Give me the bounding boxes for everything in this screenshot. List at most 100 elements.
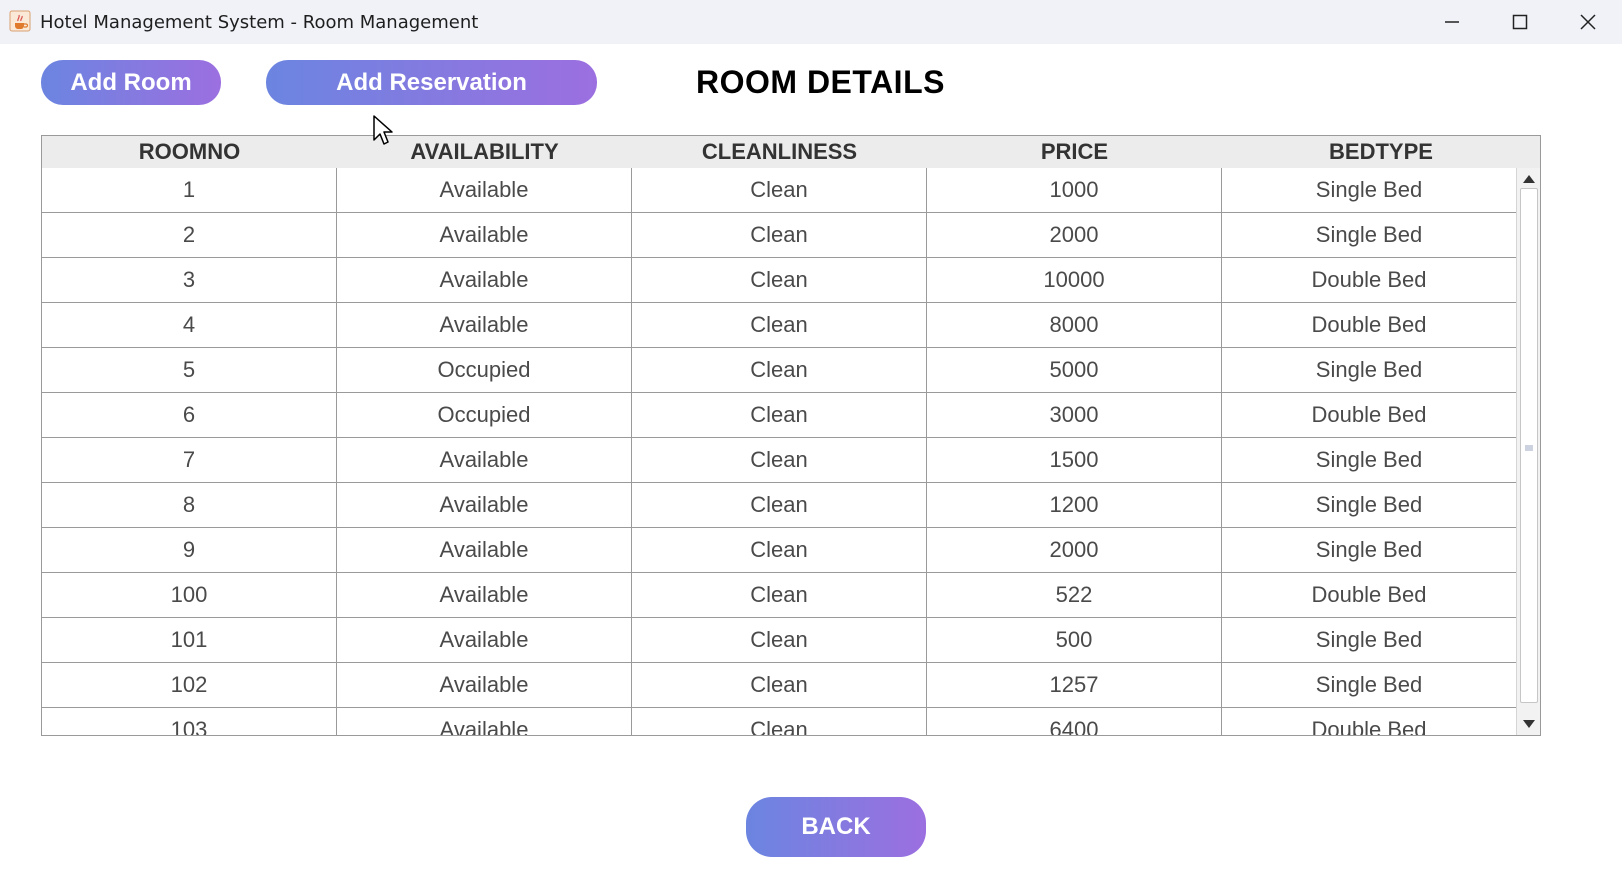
table-cell-bedtype: Double Bed [1311,402,1427,427]
table-cell-bedtype: Single Bed [1315,222,1423,247]
table-cell-cleanliness: Clean [632,483,927,527]
table-cell-price: 6400 [927,708,1222,735]
add-room-button[interactable]: Add Room [41,60,221,105]
table-cell-bedtype: Double Bed [1311,717,1427,735]
table-cell-price: 1257 [927,663,1222,707]
grip-icon [1525,445,1533,451]
column-header-roomno[interactable]: ROOMNO [42,136,337,168]
maximize-button[interactable] [1486,0,1554,44]
table-cell-roomno: 7 [42,438,337,482]
table-cell-availability: Available [337,213,632,257]
column-header-price[interactable]: PRICE [927,136,1222,168]
table-row[interactable]: 101 Available Clean 500 Single Bed [42,618,1516,663]
table-cell-availability: Available [337,303,632,347]
table-cell-roomno: 8 [42,483,337,527]
table-cell-cleanliness: Clean [632,573,927,617]
table-cell-roomno: 3 [42,258,337,302]
table-cell-availability: Available [337,663,632,707]
table-cell-bedtype: Single Bed [1315,627,1423,652]
java-cup-icon [9,10,31,32]
table-cell-bedtype: Double Bed [1311,312,1427,337]
mouse-cursor-icon [373,115,393,145]
table-cell-price: 2000 [927,213,1222,257]
scroll-up-arrow-icon[interactable] [1521,172,1537,186]
table-cell-roomno: 1 [42,168,337,212]
table-cell-availability: Available [337,528,632,572]
table-cell-bedtype: Single Bed [1315,537,1423,562]
table-row[interactable]: 4 Available Clean 8000 Double Bed [42,303,1516,348]
table-cell-cleanliness: Clean [632,708,927,735]
table-row[interactable]: 2 Available Clean 2000 Single Bed [42,213,1516,258]
window-title: Hotel Management System - Room Managemen… [40,12,479,33]
table-cell-roomno: 101 [42,618,337,662]
page-title: ROOM DETAILS [696,64,945,100]
table-header: ROOMNO AVAILABILITY CLEANLINESS PRICE BEDTYP… [42,136,1540,168]
table-cell-cleanliness: Clean [632,528,927,572]
table-cell-cleanliness: Clean [632,348,927,392]
table-cell-roomno: 103 [42,708,337,735]
table-row[interactable]: 102 Available Clean 1257 Single Bed [42,663,1516,708]
close-icon [1580,14,1596,30]
table-cell-cleanliness: Clean [632,393,927,437]
maximize-icon [1512,14,1528,30]
table-cell-bedtype: Single Bed [1315,357,1423,382]
table-cell-cleanliness: Clean [632,438,927,482]
table-cell-availability: Available [337,438,632,482]
table-row[interactable]: 9 Available Clean 2000 Single Bed [42,528,1516,573]
vertical-scrollbar[interactable] [1516,168,1540,735]
table-cell-cleanliness: Clean [632,663,927,707]
table-cell-price: 1500 [927,438,1222,482]
table-cell-roomno: 2 [42,213,337,257]
table-cell-price: 5000 [927,348,1222,392]
table-cell-price: 522 [927,573,1222,617]
rooms-table[interactable]: ROOMNO AVAILABILITY CLEANLINESS PRICE BEDTYP… [41,135,1541,736]
table-cell-availability: Occupied [337,348,632,392]
window-titlebar: Hotel Management System - Room Managemen… [0,0,1622,44]
table-cell-cleanliness: Clean [632,213,927,257]
table-cell-bedtype: Double Bed [1311,582,1427,607]
table-cell-availability: Available [337,573,632,617]
table-cell-price: 10000 [927,258,1222,302]
table-cell-bedtype: Single Bed [1315,177,1423,202]
table-cell-availability: Occupied [337,393,632,437]
table-cell-bedtype: Single Bed [1315,492,1423,517]
table-row[interactable]: 103 Available Clean 6400 Double Bed [42,708,1516,735]
column-header-bedtype[interactable]: BEDTYPE [1222,136,1540,168]
minimize-button[interactable] [1418,0,1486,44]
table-row[interactable]: 100 Available Clean 522 Double Bed [42,573,1516,618]
table-cell-availability: Available [337,168,632,212]
table-row[interactable]: 7 Available Clean 1500 Single Bed [42,438,1516,483]
table-cell-price: 8000 [927,303,1222,347]
table-cell-availability: Available [337,708,632,735]
table-body[interactable]: 1 Available Clean 1000 Single Bed 2 Available C… [42,168,1516,735]
table-cell-availability: Available [337,483,632,527]
scroll-down-arrow-icon[interactable] [1521,717,1537,731]
table-cell-bedtype: Single Bed [1315,672,1423,697]
table-cell-roomno: 4 [42,303,337,347]
back-button[interactable]: BACK [746,797,926,857]
scrollbar-thumb[interactable] [1520,188,1538,703]
table-cell-price: 1000 [927,168,1222,212]
table-cell-price: 1200 [927,483,1222,527]
minimize-icon [1445,21,1459,23]
table-cell-roomno: 100 [42,573,337,617]
table-cell-roomno: 5 [42,348,337,392]
table-cell-bedtype: Double Bed [1311,267,1427,292]
table-cell-bedtype: Single Bed [1315,447,1423,472]
table-cell-roomno: 9 [42,528,337,572]
table-cell-price: 500 [927,618,1222,662]
table-cell-price: 2000 [927,528,1222,572]
close-button[interactable] [1554,0,1622,44]
table-cell-roomno: 102 [42,663,337,707]
table-row[interactable]: 8 Available Clean 1200 Single Bed [42,483,1516,528]
table-cell-roomno: 6 [42,393,337,437]
table-row[interactable]: 6 Occupied Clean 3000 Double Bed [42,393,1516,438]
table-row[interactable]: 1 Available Clean 1000 Single Bed [42,168,1516,213]
column-header-cleanliness[interactable]: CLEANLINESS [632,136,927,168]
table-cell-price: 3000 [927,393,1222,437]
add-reservation-button[interactable]: Add Reservation [266,60,597,105]
table-cell-availability: Available [337,618,632,662]
table-cell-cleanliness: Clean [632,303,927,347]
table-row[interactable]: 5 Occupied Clean 5000 Single Bed [42,348,1516,393]
table-row[interactable]: 3 Available Clean 10000 Double Bed [42,258,1516,303]
